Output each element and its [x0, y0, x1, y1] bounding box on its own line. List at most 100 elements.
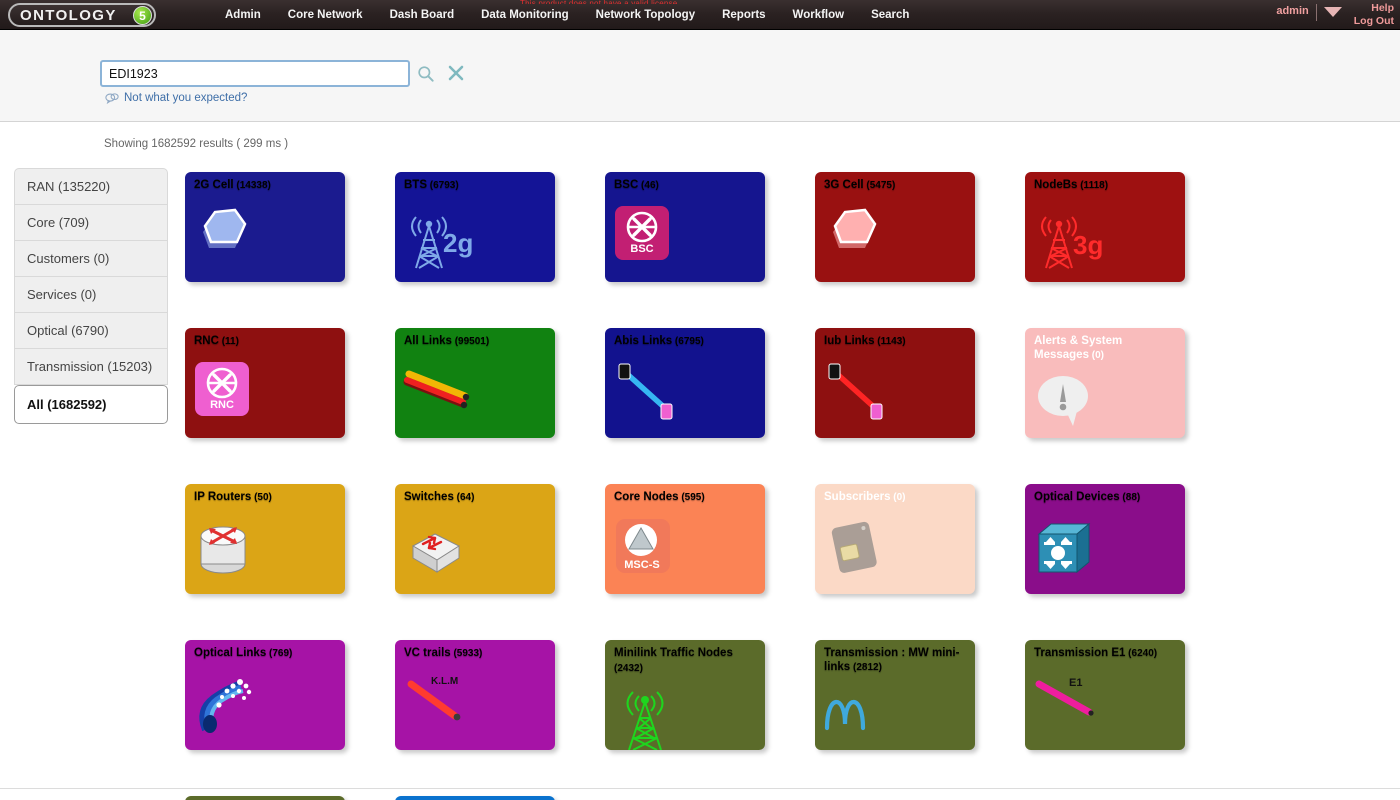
tile-count: (50) [251, 492, 272, 503]
vc-trail-icon: K.L.M [403, 672, 489, 744]
tile-title: Transmission E1 [1034, 647, 1125, 659]
search-icon[interactable] [416, 64, 436, 84]
result-tile[interactable]: Minilink Traffic Nodes (2432) [605, 640, 765, 750]
svg-text:E1: E1 [1069, 677, 1082, 689]
msc-server-icon: MSC-S [613, 516, 699, 588]
sidebar-item-ran[interactable]: RAN (135220) [14, 168, 168, 205]
result-tile[interactable]: NodeBs (1118) 3g [1025, 172, 1185, 282]
result-tile[interactable]: Alerts & System Messages (0) [1025, 328, 1185, 438]
sidebar-item-core[interactable]: Core (709) [14, 205, 168, 241]
not-what-you-expected[interactable]: Not what you expected? [105, 92, 247, 104]
tile-header: Switches (64) [404, 490, 549, 505]
svg-text:RNC: RNC [210, 399, 234, 411]
result-tile[interactable]: BTS (6793) 2g [395, 172, 555, 282]
result-tile[interactable]: All Links (99501) [395, 328, 555, 438]
tile-count: (1118) [1077, 180, 1108, 191]
tile-title: BTS [404, 179, 427, 191]
result-tile[interactable]: RNC (11) RNC [185, 328, 345, 438]
nav-item-search[interactable]: Search [871, 9, 909, 21]
svg-text:3g: 3g [1073, 230, 1103, 260]
result-tile[interactable]: Iub Links (1143) [815, 328, 975, 438]
help-links: Help Log Out [1354, 2, 1394, 28]
tile-title: Optical Devices [1034, 491, 1120, 503]
bsc-node-icon: BSC [613, 204, 699, 276]
alert-bubble-icon [1033, 372, 1119, 438]
nav-item-dash-board[interactable]: Dash Board [390, 9, 455, 21]
tile-header: Minilink Traffic Nodes (2432) [614, 646, 759, 676]
tile-count: (88) [1120, 492, 1141, 503]
tile-header: Abis Links (6795) [614, 334, 759, 349]
tile-count: (5475) [864, 180, 896, 191]
result-tile[interactable]: IP Routers (50) [185, 484, 345, 594]
result-tile[interactable]: Transmission : Ethernet Vlans (3719) VLA… [185, 796, 345, 800]
rnc-node-icon: RNC [193, 360, 279, 432]
result-tile[interactable]: Transmission : MW mini-links (2812) [815, 640, 975, 750]
tile-count: (64) [454, 492, 475, 503]
tile-count: (0) [890, 492, 905, 503]
result-tile[interactable]: Abis Links (6795) [605, 328, 765, 438]
search-input[interactable] [100, 60, 410, 87]
tile-count: (769) [266, 648, 292, 659]
e1-link-icon: E1 [1033, 672, 1119, 744]
logout-link[interactable]: Log Out [1354, 15, 1394, 28]
tile-count: (99501) [452, 336, 489, 347]
nav-item-reports[interactable]: Reports [722, 9, 765, 21]
tile-header: Alerts & System Messages (0) [1034, 334, 1179, 363]
tile-title: IP Routers [194, 491, 251, 503]
nav-item-network-topology[interactable]: Network Topology [596, 9, 695, 21]
tile-title: RNC [194, 335, 219, 347]
sidebar-item-transmission[interactable]: Transmission (15203) [14, 349, 168, 385]
tile-title: NodeBs [1034, 179, 1077, 191]
sidebar-item-optical[interactable]: Optical (6790) [14, 313, 168, 349]
nav-item-workflow[interactable]: Workflow [793, 9, 845, 21]
help-link[interactable]: Help [1354, 2, 1394, 15]
tile-title: Optical Links [194, 647, 266, 659]
tile-header: BTS (6793) [404, 178, 549, 193]
tile-count: (11) [219, 336, 239, 347]
chevron-down-icon[interactable] [1324, 7, 1342, 17]
tile-header: Core Nodes (595) [614, 490, 759, 505]
nav-item-data-monitoring[interactable]: Data Monitoring [481, 9, 569, 21]
result-tile[interactable]: Optical Links (769) [185, 640, 345, 750]
result-tile[interactable]: All results (1682592) [395, 796, 555, 800]
tile-title: 2G Cell [194, 179, 234, 191]
tile-title: 3G Cell [824, 179, 864, 191]
app-logo[interactable]: ONTOLOGY 5 [8, 3, 156, 27]
result-tile[interactable]: 2G Cell (14338) [185, 172, 345, 282]
tile-count: (595) [679, 492, 705, 503]
tile-title: Abis Links [614, 335, 672, 347]
sidebar-item-services[interactable]: Services (0) [14, 277, 168, 313]
logo-text: ONTOLOGY [20, 7, 117, 24]
svg-text:2g: 2g [443, 228, 473, 258]
speech-bubble-icon [105, 92, 119, 104]
nav-item-admin[interactable]: Admin [225, 9, 261, 21]
result-category-grid: 2G Cell (14338) BTS (6793) 2g BSC (46) B… [185, 172, 1195, 800]
result-tile[interactable]: 3G Cell (5475) [815, 172, 975, 282]
result-tile[interactable]: Switches (64) [395, 484, 555, 594]
fiber-burst-icon [193, 672, 279, 744]
nav-item-core-network[interactable]: Core Network [288, 9, 363, 21]
tile-header: 3G Cell (5475) [824, 178, 969, 193]
tile-count: (5933) [451, 648, 483, 659]
sidebar-item-customers[interactable]: Customers (0) [14, 241, 168, 277]
tile-count: (2432) [614, 663, 643, 674]
tile-header: Iub Links (1143) [824, 334, 969, 349]
divider [1316, 4, 1317, 21]
close-icon[interactable] [447, 64, 465, 82]
not-what-you-expected-link[interactable]: Not what you expected? [124, 92, 247, 104]
result-tile[interactable]: BSC (46) BSC [605, 172, 765, 282]
tile-header: All Links (99501) [404, 334, 549, 349]
result-tile[interactable]: Optical Devices (88) [1025, 484, 1185, 594]
tile-header: Optical Links (769) [194, 646, 339, 661]
tile-title: VC trails [404, 647, 451, 659]
nodeb-tower-icon: 3g [1033, 204, 1119, 276]
tile-header: NodeBs (1118) [1034, 178, 1179, 193]
tile-header: BSC (46) [614, 178, 759, 193]
result-tile[interactable]: Subscribers (0) [815, 484, 975, 594]
sidebar-item-all[interactable]: All (1682592) [14, 385, 168, 424]
minilink-tower-icon [613, 684, 699, 750]
result-tile[interactable]: Transmission E1 (6240) E1 [1025, 640, 1185, 750]
tile-header: Subscribers (0) [824, 490, 969, 505]
result-tile[interactable]: VC trails (5933) K.L.M [395, 640, 555, 750]
result-tile[interactable]: Core Nodes (595) MSC-S [605, 484, 765, 594]
